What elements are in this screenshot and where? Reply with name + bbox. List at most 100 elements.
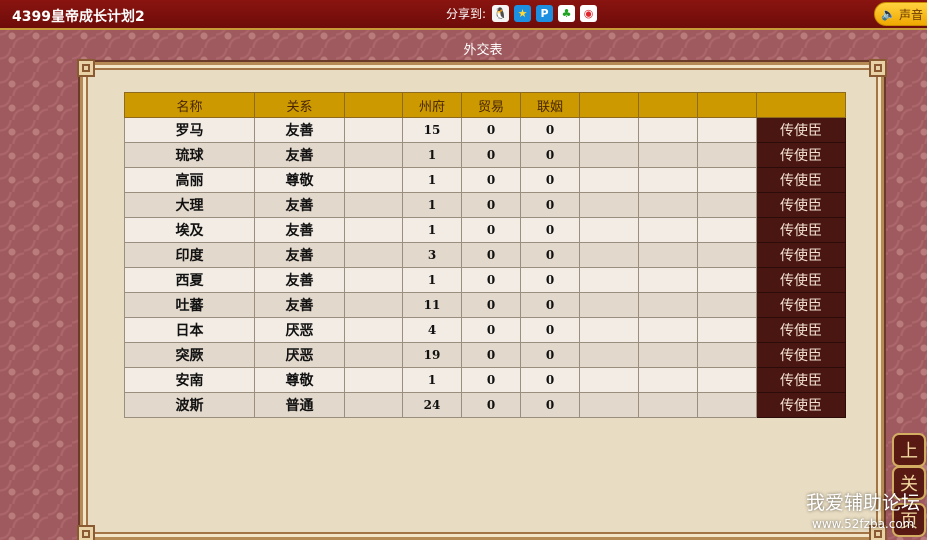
send-envoy-button[interactable]: 传使臣 [756, 167, 846, 193]
trade-value: 0 [461, 117, 521, 143]
empty-cell [579, 217, 639, 243]
trade-value: 0 [461, 367, 521, 393]
relation-value: 厌恶 [254, 317, 345, 343]
marriage-value: 0 [520, 117, 580, 143]
country-name: 吐蕃 [124, 292, 255, 318]
country-name: 高丽 [124, 167, 255, 193]
empty-cell [638, 292, 698, 318]
send-envoy-button[interactable]: 传使臣 [756, 267, 846, 293]
column-header-blank [344, 92, 403, 118]
sound-label: 声音 [898, 7, 923, 22]
send-envoy-button[interactable]: 传使臣 [756, 392, 846, 418]
clover-icon[interactable]: ♣ [558, 5, 576, 22]
empty-cell [697, 342, 757, 368]
country-name: 西夏 [124, 267, 255, 293]
empty-cell [344, 292, 403, 318]
send-envoy-button[interactable]: 传使臣 [756, 317, 846, 343]
empty-cell [344, 192, 403, 218]
column-header-prefectures: 州府 [402, 92, 462, 118]
send-envoy-button[interactable]: 传使臣 [756, 367, 846, 393]
send-envoy-button[interactable]: 传使臣 [756, 242, 846, 268]
table-row: 大理 友善 1 0 0 传使臣 [124, 192, 846, 218]
empty-cell [579, 142, 639, 168]
empty-cell [638, 192, 698, 218]
page-up-button[interactable]: 上 [892, 433, 926, 467]
empty-cell [579, 167, 639, 193]
empty-cell [344, 342, 403, 368]
watermark-text: 我爱辅助论坛 [806, 492, 921, 514]
send-envoy-button[interactable]: 传使臣 [756, 292, 846, 318]
country-name: 琉球 [124, 142, 255, 168]
empty-cell [344, 117, 403, 143]
empty-cell [344, 242, 403, 268]
send-envoy-button[interactable]: 传使臣 [756, 217, 846, 243]
trade-value: 0 [461, 292, 521, 318]
empty-cell [638, 242, 698, 268]
country-name: 突厥 [124, 342, 255, 368]
prefectures-value: 1 [402, 142, 462, 168]
empty-cell [344, 367, 403, 393]
relation-value: 友善 [254, 242, 345, 268]
prefectures-value: 24 [402, 392, 462, 418]
weibo-icon[interactable]: ◉ [580, 5, 598, 22]
empty-cell [638, 117, 698, 143]
prefectures-value: 1 [402, 217, 462, 243]
trade-value: 0 [461, 342, 521, 368]
table-row: 琉球 友善 1 0 0 传使臣 [124, 142, 846, 168]
watermark-url: www.52fzba.com [812, 517, 915, 531]
table-row: 突厥 厌恶 19 0 0 传使臣 [124, 342, 846, 368]
relation-value: 友善 [254, 217, 345, 243]
empty-cell [697, 317, 757, 343]
table-row: 罗马 友善 15 0 0 传使臣 [124, 117, 846, 143]
column-header-relation: 关系 [254, 92, 345, 118]
send-envoy-button[interactable]: 传使臣 [756, 192, 846, 218]
country-name: 大理 [124, 192, 255, 218]
column-header-blank [579, 92, 639, 118]
qzone-icon[interactable]: P [536, 5, 554, 22]
relation-value: 尊敬 [254, 167, 345, 193]
relation-value: 友善 [254, 117, 345, 143]
country-name: 印度 [124, 242, 255, 268]
empty-cell [697, 367, 757, 393]
prefectures-value: 15 [402, 117, 462, 143]
empty-cell [697, 142, 757, 168]
empty-cell [697, 392, 757, 418]
send-envoy-button[interactable]: 传使臣 [756, 117, 846, 143]
empty-cell [344, 267, 403, 293]
star-icon[interactable]: ★ [514, 5, 532, 22]
prefectures-value: 1 [402, 167, 462, 193]
send-envoy-button[interactable]: 传使臣 [756, 342, 846, 368]
sound-button[interactable]: 🔈 声音 [874, 2, 927, 26]
table-row: 印度 友善 3 0 0 传使臣 [124, 242, 846, 268]
table-row: 西夏 友善 1 0 0 传使臣 [124, 267, 846, 293]
empty-cell [344, 167, 403, 193]
empty-cell [638, 267, 698, 293]
empty-cell [638, 317, 698, 343]
table-row: 安南 尊敬 1 0 0 传使臣 [124, 367, 846, 393]
relation-value: 友善 [254, 142, 345, 168]
marriage-value: 0 [520, 192, 580, 218]
diplomacy-panel: 名称 关系 州府 贸易 联姻 罗马 友善 15 0 0 传使臣 琉球 友善 1 … [77, 59, 887, 540]
empty-cell [697, 117, 757, 143]
share-label: 分享到: [446, 7, 487, 21]
prefectures-value: 19 [402, 342, 462, 368]
empty-cell [344, 142, 403, 168]
marriage-value: 0 [520, 217, 580, 243]
marriage-value: 0 [520, 167, 580, 193]
page-title: 外交表 [463, 43, 503, 58]
corner-ornament [869, 59, 887, 77]
empty-cell [579, 267, 639, 293]
prefectures-value: 11 [402, 292, 462, 318]
table-row: 埃及 友善 1 0 0 传使臣 [124, 217, 846, 243]
relation-value: 友善 [254, 267, 345, 293]
send-envoy-button[interactable]: 传使臣 [756, 142, 846, 168]
trade-value: 0 [461, 142, 521, 168]
trade-value: 0 [461, 167, 521, 193]
empty-cell [697, 242, 757, 268]
trade-value: 0 [461, 392, 521, 418]
marriage-value: 0 [520, 317, 580, 343]
table-row: 吐蕃 友善 11 0 0 传使臣 [124, 292, 846, 318]
country-name: 埃及 [124, 217, 255, 243]
table-row: 日本 厌恶 4 0 0 传使臣 [124, 317, 846, 343]
qq-icon[interactable]: 🐧 [492, 5, 510, 22]
